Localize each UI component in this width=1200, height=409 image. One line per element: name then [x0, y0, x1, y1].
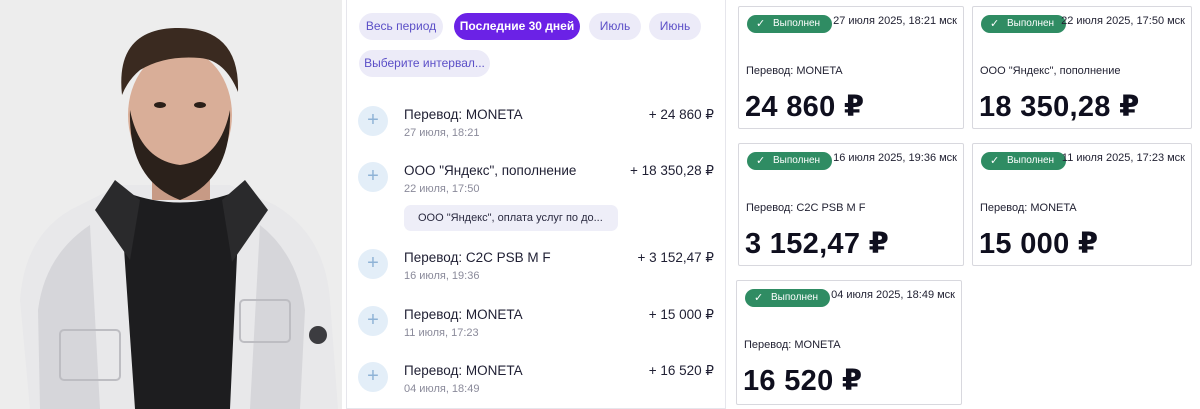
- filter-chip-last-30-days[interactable]: Последние 30 дней: [454, 13, 580, 40]
- status-badge: ✓ Выполнен: [745, 289, 831, 307]
- transaction-amount: + 15 000 ₽: [648, 307, 714, 322]
- transaction-amount: + 3 152,47 ₽: [637, 250, 714, 265]
- transaction-row[interactable]: + Перевод: MONETA 27 июля, 18:21 + 24 86…: [358, 106, 714, 150]
- transaction-title: Перевод: C2C PSB M F: [404, 250, 551, 265]
- receipt-datetime: 11 июля 2025, 17:23 мск: [1061, 152, 1185, 164]
- receipt-sum: 3 152,47 ₽: [745, 228, 890, 260]
- receipt-sum: 15 000 ₽: [979, 228, 1099, 260]
- transaction-date: 16 июля, 19:36: [404, 270, 480, 282]
- status-label: Выполнен: [773, 18, 821, 29]
- person-photo: [0, 0, 342, 409]
- status-label: Выполнен: [773, 155, 821, 166]
- receipt-sum: 18 350,28 ₽: [979, 91, 1140, 123]
- receipt-datetime: 16 июля 2025, 19:36 мск: [833, 152, 957, 164]
- receipt-sum: 16 520 ₽: [743, 365, 863, 397]
- receipt-card[interactable]: ✓ Выполнен 04 июля 2025, 18:49 мск Перев…: [736, 280, 962, 405]
- status-badge: ✓ Выполнен: [981, 152, 1067, 170]
- receipt-card[interactable]: ✓ Выполнен 27 июля 2025, 18:21 мск Перев…: [738, 6, 964, 129]
- status-label: Выполнен: [771, 292, 819, 303]
- transaction-date: 11 июля, 17:23: [404, 327, 479, 339]
- transaction-date: 04 июля, 18:49: [404, 383, 480, 395]
- plus-icon: +: [358, 162, 388, 192]
- status-label: Выполнен: [1007, 155, 1055, 166]
- receipt-description: Перевод: MONETA: [744, 339, 841, 351]
- status-badge: ✓ Выполнен: [981, 15, 1067, 33]
- transaction-row[interactable]: + ООО "Яндекс", пополнение 22 июля, 17:5…: [358, 162, 714, 206]
- transaction-row[interactable]: + Перевод: MONETA 11 июля, 17:23 + 15 00…: [358, 306, 714, 350]
- transaction-amount: + 18 350,28 ₽: [629, 163, 714, 178]
- checkmark-icon: ✓: [756, 155, 766, 167]
- plus-icon: +: [358, 249, 388, 279]
- receipt-description: Перевод: MONETA: [746, 65, 843, 77]
- transaction-date: 27 июля, 18:21: [404, 127, 480, 139]
- checkmark-icon: ✓: [756, 18, 766, 30]
- transaction-date: 22 июля, 17:50: [404, 183, 480, 195]
- transaction-title: Перевод: MONETA: [404, 107, 523, 122]
- receipt-datetime: 27 июля 2025, 18:21 мск: [833, 15, 957, 27]
- transaction-title: ООО "Яндекс", пополнение: [404, 163, 577, 178]
- status-badge: ✓ Выполнен: [747, 152, 833, 170]
- receipt-card[interactable]: ✓ Выполнен 22 июля 2025, 17:50 мск ООО "…: [972, 6, 1192, 129]
- receipt-description: Перевод: C2C PSB M F: [746, 202, 866, 214]
- receipt-datetime: 04 июля 2025, 18:49 мск: [831, 289, 955, 301]
- transaction-purpose-note[interactable]: ООО "Яндекс", оплата услуг по до...: [404, 205, 618, 231]
- receipt-description: ООО "Яндекс", пополнение: [980, 65, 1121, 77]
- checkmark-icon: ✓: [754, 292, 764, 304]
- receipt-sum: 24 860 ₽: [745, 91, 865, 123]
- transaction-row[interactable]: + Перевод: C2C PSB M F 16 июля, 19:36 + …: [358, 249, 714, 293]
- filter-chip-june[interactable]: Июнь: [649, 13, 701, 40]
- transaction-title: Перевод: MONETA: [404, 307, 523, 322]
- plus-icon: +: [358, 306, 388, 336]
- transaction-row[interactable]: + Перевод: MONETA 04 июля, 18:49 + 16 52…: [358, 362, 714, 406]
- portrait-image: [0, 0, 342, 409]
- receipt-datetime: 22 июля 2025, 17:50 мск: [1061, 15, 1185, 27]
- status-badge: ✓ Выполнен: [747, 15, 833, 33]
- receipt-description: Перевод: MONETA: [980, 202, 1077, 214]
- plus-icon: +: [358, 362, 388, 392]
- status-label: Выполнен: [1007, 18, 1055, 29]
- checkmark-icon: ✓: [990, 18, 1000, 30]
- receipt-card[interactable]: ✓ Выполнен 11 июля 2025, 17:23 мск Перев…: [972, 143, 1192, 266]
- receipt-card[interactable]: ✓ Выполнен 16 июля 2025, 19:36 мск Перев…: [738, 143, 964, 266]
- filter-chip-select-interval[interactable]: Выберите интервал...: [359, 50, 490, 77]
- filter-chip-all-time[interactable]: Весь период: [359, 13, 443, 40]
- checkmark-icon: ✓: [990, 155, 1000, 167]
- transaction-title: Перевод: MONETA: [404, 363, 523, 378]
- transaction-amount: + 16 520 ₽: [648, 363, 714, 378]
- transaction-amount: + 24 860 ₽: [648, 107, 714, 122]
- plus-icon: +: [358, 106, 388, 136]
- filter-chip-july[interactable]: Июль: [589, 13, 641, 40]
